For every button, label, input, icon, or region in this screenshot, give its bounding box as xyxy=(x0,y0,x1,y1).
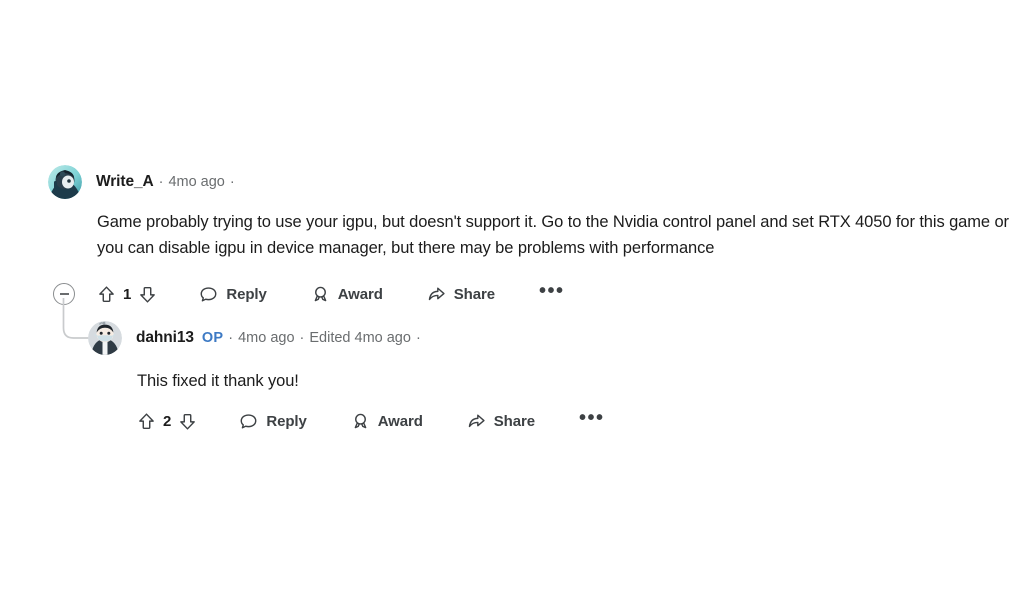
share-arrow-icon xyxy=(427,285,446,304)
reply-button[interactable]: Reply xyxy=(239,412,307,431)
reply-label: Reply xyxy=(226,285,267,303)
upvote-icon[interactable] xyxy=(97,285,116,304)
vote-count: 1 xyxy=(123,285,132,303)
award-rosette-icon xyxy=(311,285,330,304)
comment-bubble-icon xyxy=(239,412,258,431)
downvote-icon[interactable] xyxy=(138,285,157,304)
reply-edited-label: Edited 4mo ago xyxy=(309,330,411,346)
meta-separator: · xyxy=(415,330,421,346)
reply-body: This fixed it thank you! xyxy=(137,372,299,390)
reply-button[interactable]: Reply xyxy=(199,285,267,304)
vote-group: 1 xyxy=(97,285,157,304)
share-label: Share xyxy=(453,285,495,303)
more-options-button[interactable]: ••• xyxy=(579,408,605,428)
comment-body: Game probably trying to use your igpu, b… xyxy=(97,213,1009,257)
comment-author[interactable]: Write_A xyxy=(96,173,154,191)
reply-header: dahni13 OP · 4mo ago · Edited 4mo ago · xyxy=(88,320,426,356)
minus-icon xyxy=(59,293,69,295)
avatar[interactable] xyxy=(48,165,82,199)
meta-separator: · xyxy=(158,174,164,190)
reply-label: Reply xyxy=(266,412,307,430)
reply-action-bar: 2 Reply Award Share ••• xyxy=(137,405,605,437)
award-button[interactable]: Award xyxy=(311,285,383,304)
comment-header: Write_A · 4mo ago · xyxy=(48,164,240,200)
comment-bubble-icon xyxy=(199,285,218,304)
avatar[interactable] xyxy=(88,321,122,355)
meta-separator: · xyxy=(229,174,235,190)
reply-author[interactable]: dahni13 xyxy=(136,329,194,347)
share-label: Share xyxy=(493,412,535,430)
award-button[interactable]: Award xyxy=(351,412,423,431)
vote-group: 2 xyxy=(137,412,197,431)
downvote-icon[interactable] xyxy=(178,412,197,431)
meta-separator: · xyxy=(228,330,234,346)
share-arrow-icon xyxy=(467,412,486,431)
comment-timestamp: 4mo ago xyxy=(168,174,225,190)
op-badge: OP xyxy=(201,330,224,346)
comment-action-bar: 1 Reply Award Share ••• xyxy=(53,278,565,310)
share-button[interactable]: Share xyxy=(427,285,495,304)
award-label: Award xyxy=(337,285,383,303)
share-button[interactable]: Share xyxy=(467,412,535,431)
upvote-icon[interactable] xyxy=(137,412,156,431)
collapse-thread-button[interactable] xyxy=(53,283,75,305)
meta-separator: · xyxy=(299,330,305,346)
more-options-button[interactable]: ••• xyxy=(539,281,565,301)
award-rosette-icon xyxy=(351,412,370,431)
award-label: Award xyxy=(377,412,423,430)
reply-timestamp: 4mo ago xyxy=(238,330,295,346)
vote-count: 2 xyxy=(163,412,172,430)
